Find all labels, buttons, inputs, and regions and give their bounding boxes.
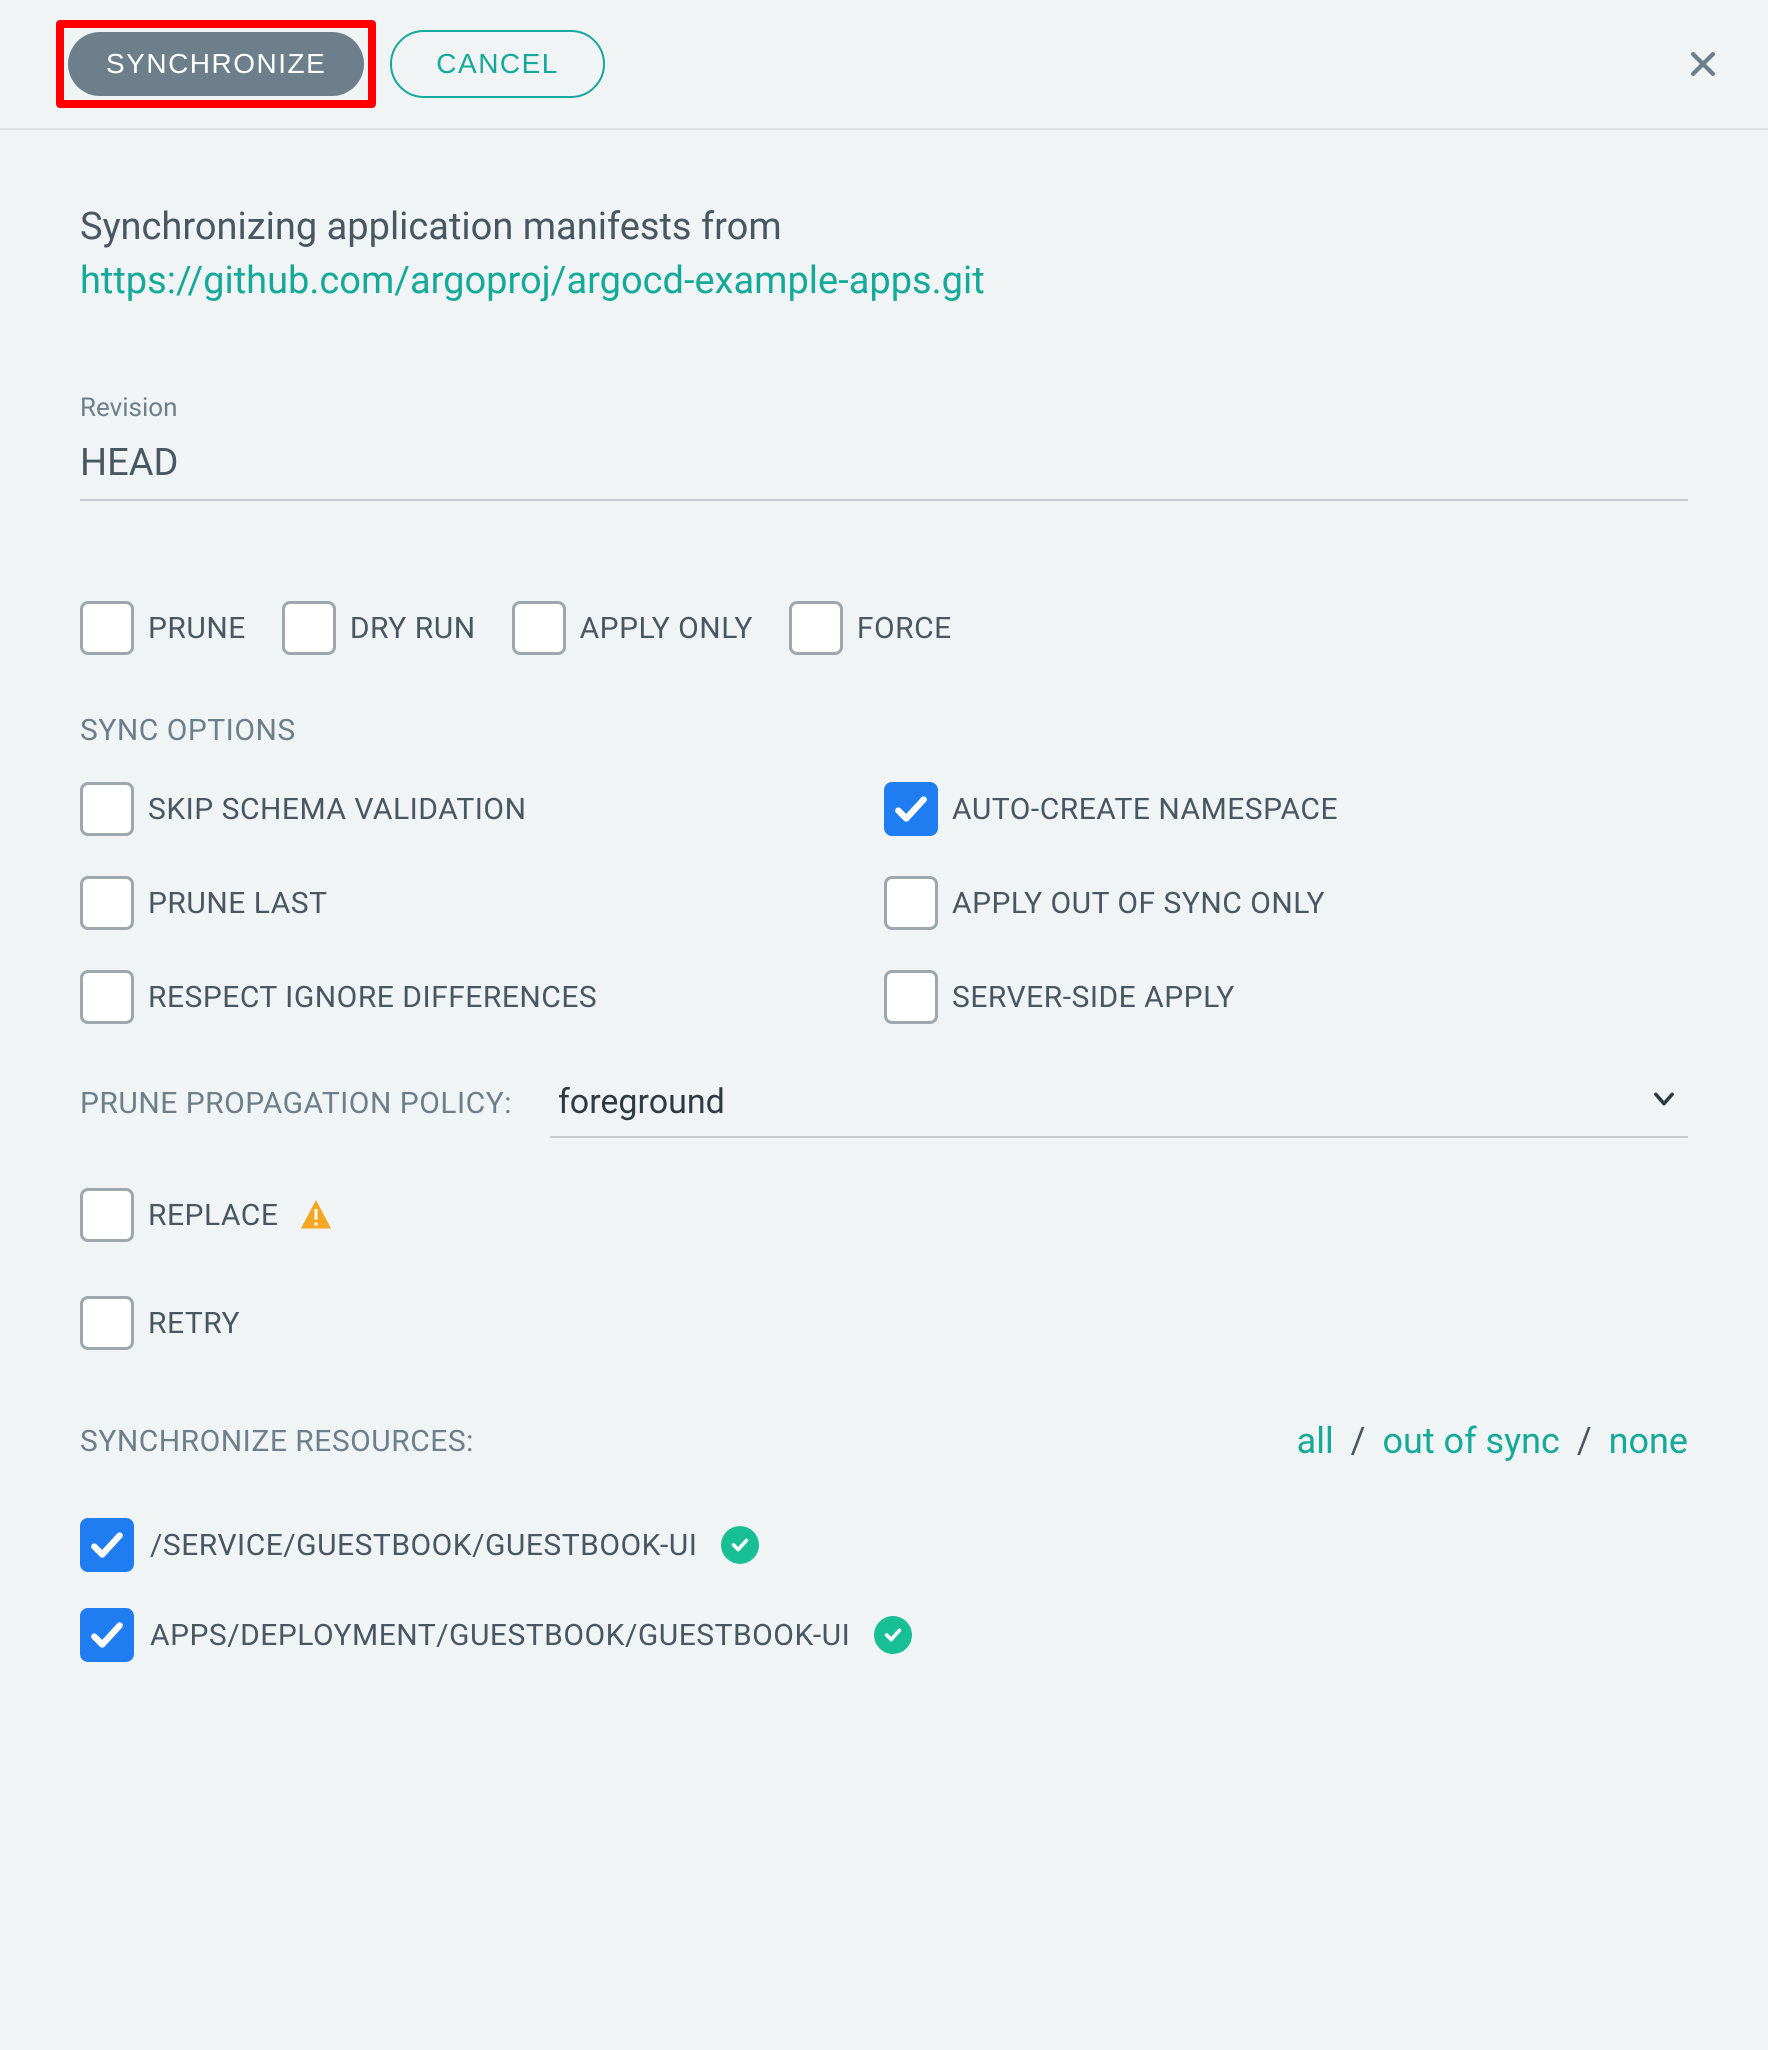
prune-policy-row: PRUNE PROPAGATION POLICY: foreground [80, 1068, 1688, 1138]
sync-panel: SYNCHRONIZE CANCEL Synchronizing applica… [0, 0, 1768, 1738]
checkbox-retry[interactable] [80, 1296, 134, 1350]
option-prune-last: PRUNE LAST [80, 876, 884, 930]
checkbox-replace[interactable] [80, 1188, 134, 1242]
option-force-label: FORCE [857, 611, 952, 646]
option-server-side-apply-label: SERVER-SIDE APPLY [952, 980, 1235, 1015]
resource-1-label: APPS/DEPLOYMENT/GUESTBOOK/GUESTBOOK-UI [150, 1618, 850, 1653]
filter-sep-1: / [1351, 1420, 1366, 1462]
resource-list: /SERVICE/GUESTBOOK/GUESTBOOK-UI APPS/DEP… [80, 1518, 1688, 1662]
repo-link[interactable]: https://github.com/argoproj/argocd-examp… [80, 259, 985, 303]
option-force: FORCE [789, 601, 952, 655]
resource-item: /SERVICE/GUESTBOOK/GUESTBOOK-UI [80, 1518, 1688, 1572]
option-prune-label: PRUNE [148, 611, 246, 646]
checkbox-auto-create-namespace[interactable] [884, 782, 938, 836]
checkbox-dry-run[interactable] [282, 601, 336, 655]
chevron-down-icon [1650, 1082, 1678, 1122]
option-replace: REPLACE [80, 1188, 334, 1242]
cancel-button[interactable]: CANCEL [390, 30, 605, 98]
replace-row: REPLACE [80, 1188, 1688, 1246]
option-apply-out-of-sync-only: APPLY OUT OF SYNC ONLY [884, 876, 1688, 930]
synchronize-button[interactable]: SYNCHRONIZE [68, 32, 364, 96]
filter-out-of-sync-link[interactable]: out of sync [1382, 1420, 1559, 1462]
sync-intro-text: Synchronizing application manifests from [80, 200, 1688, 255]
prune-policy-value: foreground [558, 1082, 725, 1122]
option-apply-out-of-sync-only-label: APPLY OUT OF SYNC ONLY [952, 886, 1325, 921]
prune-policy-label: PRUNE PROPAGATION POLICY: [80, 1086, 512, 1121]
checkbox-force[interactable] [789, 601, 843, 655]
option-replace-label: REPLACE [148, 1198, 278, 1233]
close-icon[interactable] [1686, 47, 1720, 81]
option-respect-ignore-differences-label: RESPECT IGNORE DIFFERENCES [148, 980, 597, 1015]
option-prune: PRUNE [80, 601, 246, 655]
resources-header: SYNCHRONIZE RESOURCES: [80, 1424, 474, 1459]
option-auto-create-namespace: AUTO-CREATE NAMESPACE [884, 782, 1688, 836]
top-options-row: PRUNE DRY RUN APPLY ONLY FORCE [80, 601, 1688, 655]
checkbox-prune-last[interactable] [80, 876, 134, 930]
option-respect-ignore-differences: RESPECT IGNORE DIFFERENCES [80, 970, 884, 1024]
checkbox-respect-ignore-differences[interactable] [80, 970, 134, 1024]
checkbox-prune[interactable] [80, 601, 134, 655]
revision-label: Revision [80, 393, 1688, 423]
option-retry: RETRY [80, 1296, 240, 1350]
status-synced-icon [721, 1526, 759, 1564]
option-retry-label: RETRY [148, 1306, 240, 1341]
checkbox-apply-only[interactable] [512, 601, 566, 655]
filter-sep-2: / [1577, 1420, 1592, 1462]
resources-header-row: SYNCHRONIZE RESOURCES: all / out of sync… [80, 1420, 1688, 1462]
option-skip-schema-validation-label: SKIP SCHEMA VALIDATION [148, 792, 526, 827]
option-apply-only-label: APPLY ONLY [580, 611, 753, 646]
checkbox-resource-0[interactable] [80, 1518, 134, 1572]
revision-input[interactable]: HEAD [80, 423, 1688, 501]
option-skip-schema-validation: SKIP SCHEMA VALIDATION [80, 782, 884, 836]
panel-content: Synchronizing application manifests from… [0, 130, 1768, 1738]
retry-row: RETRY [80, 1296, 1688, 1354]
filter-none-link[interactable]: none [1609, 1420, 1688, 1462]
resource-item: APPS/DEPLOYMENT/GUESTBOOK/GUESTBOOK-UI [80, 1608, 1688, 1662]
option-dry-run-label: DRY RUN [350, 611, 476, 646]
checkbox-resource-1[interactable] [80, 1608, 134, 1662]
option-dry-run: DRY RUN [282, 601, 476, 655]
checkbox-skip-schema-validation[interactable] [80, 782, 134, 836]
sync-options-header: SYNC OPTIONS [80, 713, 1688, 748]
option-server-side-apply: SERVER-SIDE APPLY [884, 970, 1688, 1024]
checkbox-apply-out-of-sync-only[interactable] [884, 876, 938, 930]
status-synced-icon [874, 1616, 912, 1654]
warning-icon [298, 1197, 334, 1233]
filter-all-link[interactable]: all [1297, 1420, 1334, 1462]
sync-options-grid: SKIP SCHEMA VALIDATION AUTO-CREATE NAMES… [80, 782, 1688, 1024]
option-prune-last-label: PRUNE LAST [148, 886, 327, 921]
synchronize-highlight: SYNCHRONIZE [56, 20, 376, 108]
prune-policy-select[interactable]: foreground [550, 1068, 1688, 1138]
option-apply-only: APPLY ONLY [512, 601, 753, 655]
revision-field: Revision HEAD [80, 393, 1688, 501]
resource-filter-links: all / out of sync / none [1297, 1420, 1688, 1462]
resource-0-label: /SERVICE/GUESTBOOK/GUESTBOOK-UI [150, 1528, 697, 1563]
checkbox-server-side-apply[interactable] [884, 970, 938, 1024]
option-auto-create-namespace-label: AUTO-CREATE NAMESPACE [952, 792, 1338, 827]
topbar: SYNCHRONIZE CANCEL [0, 0, 1768, 130]
